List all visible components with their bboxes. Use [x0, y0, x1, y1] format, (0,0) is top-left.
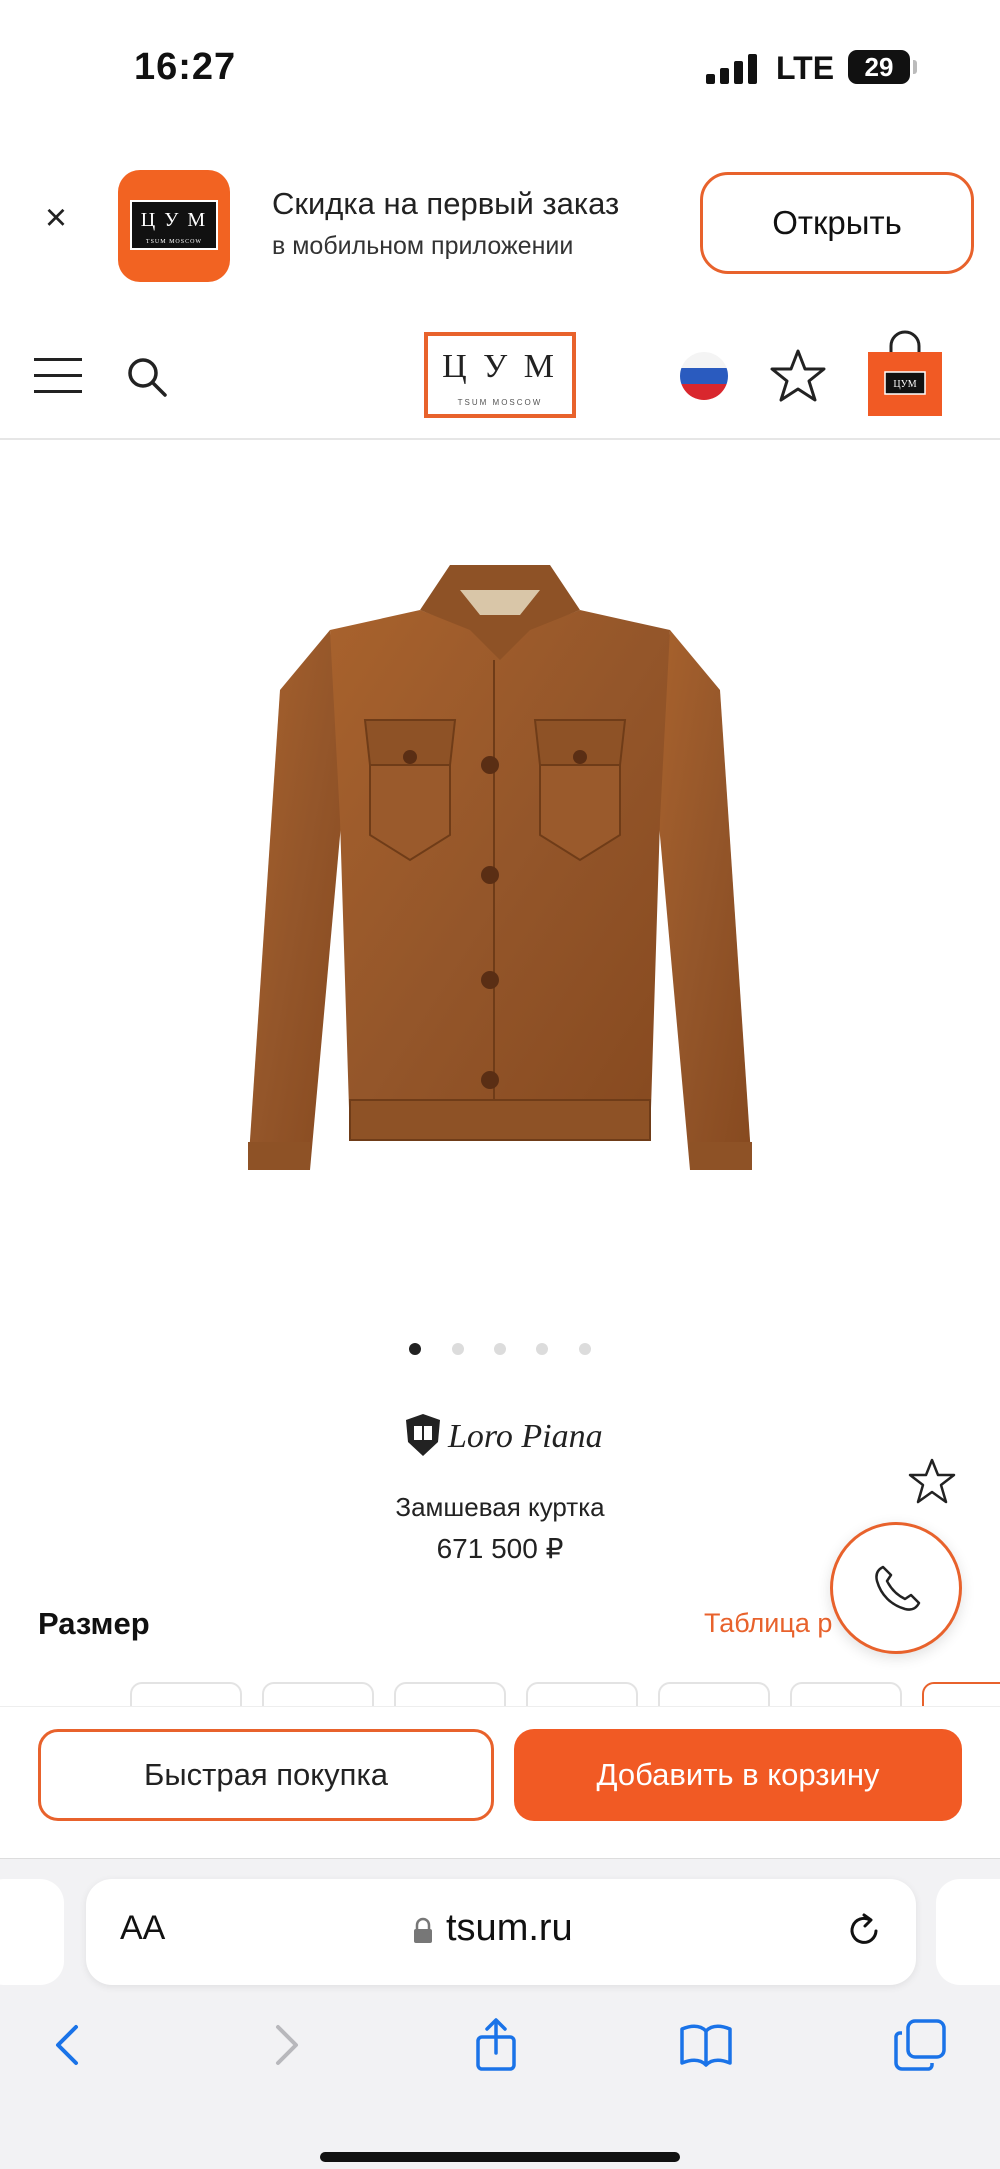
- call-button[interactable]: [830, 1522, 962, 1654]
- search-icon[interactable]: [124, 354, 170, 400]
- brand-name[interactable]: Loro Piana: [448, 1418, 603, 1456]
- back-icon[interactable]: [38, 2015, 98, 2075]
- battery-icon: 29: [848, 50, 910, 84]
- svg-text:ЦУМ: ЦУМ: [893, 379, 916, 390]
- app-icon[interactable]: Ц У М TSUM MOSCOW: [118, 170, 230, 282]
- status-time: 16:27: [134, 46, 237, 88]
- bookmarks-icon[interactable]: [676, 2015, 736, 2075]
- signal-icon: [706, 54, 758, 84]
- carousel-dot-1[interactable]: [409, 1343, 422, 1355]
- phone-icon: [875, 1565, 921, 1611]
- app-icon-logo-text: Ц У М: [140, 209, 208, 231]
- logo-sub: TSUM MOSCOW: [457, 398, 543, 407]
- shopping-bag-icon[interactable]: ЦУМ: [866, 326, 944, 418]
- carousel-dot-5[interactable]: [578, 1343, 591, 1355]
- browser-toolbar: AA tsum.ru: [0, 1858, 1000, 2169]
- app-icon-logo-sub: TSUM MOSCOW: [145, 239, 203, 245]
- add-to-cart-button[interactable]: Добавить в корзину: [514, 1729, 962, 1821]
- quick-buy-button[interactable]: Быстрая покупка: [38, 1729, 494, 1821]
- open-app-button[interactable]: Открыть: [700, 172, 974, 274]
- russia-flag-icon[interactable]: [680, 352, 728, 400]
- size-label: Размер: [38, 1606, 150, 1641]
- tabs-icon[interactable]: [890, 2015, 950, 2075]
- banner-subtitle: в мобильном приложении: [272, 232, 574, 260]
- carousel-dot-2[interactable]: [451, 1343, 464, 1355]
- carousel-dot-3[interactable]: [494, 1343, 506, 1355]
- product-title: Замшевая куртка: [395, 1492, 605, 1522]
- menu-icon[interactable]: [34, 354, 84, 396]
- image-carousel-dots[interactable]: [0, 1342, 1000, 1360]
- next-tab-peek[interactable]: [936, 1879, 1000, 1985]
- favorites-star-icon[interactable]: [768, 346, 828, 406]
- share-icon[interactable]: [466, 2015, 526, 2075]
- battery-tip: [913, 60, 917, 74]
- previous-tab-peek[interactable]: [0, 1879, 64, 1985]
- site-logo[interactable]: Ц У М TSUM MOSCOW: [424, 332, 576, 418]
- status-bar: 16:27 LTE 29: [0, 0, 1000, 130]
- product-action-bar: Быстрая покупка Добавить в корзину: [0, 1706, 1000, 1856]
- size-table-link[interactable]: Таблица р: [704, 1608, 832, 1639]
- product-image[interactable]: [0, 520, 1000, 1220]
- network-label: LTE: [776, 50, 835, 86]
- reload-icon[interactable]: [842, 1909, 886, 1953]
- logo-text: Ц У М: [442, 348, 558, 385]
- close-icon[interactable]: ×: [36, 198, 76, 238]
- address-bar[interactable]: AA tsum.ru: [86, 1879, 916, 1985]
- carousel-dot-4[interactable]: [536, 1343, 549, 1355]
- site-header: Ц У М TSUM MOSCOW ЦУМ: [0, 320, 1000, 440]
- lock-icon: [414, 1917, 432, 1943]
- banner-title: Скидка на первый заказ: [272, 186, 620, 221]
- forward-icon[interactable]: [256, 2015, 316, 2075]
- home-indicator[interactable]: [320, 2152, 680, 2162]
- url-text[interactable]: tsum.ru: [446, 1907, 573, 1950]
- reader-settings-button[interactable]: AA: [120, 1909, 165, 1948]
- brand-crest-icon: [406, 1414, 440, 1456]
- app-banner: × Ц У М TSUM MOSCOW Скидка на первый зак…: [0, 150, 1000, 300]
